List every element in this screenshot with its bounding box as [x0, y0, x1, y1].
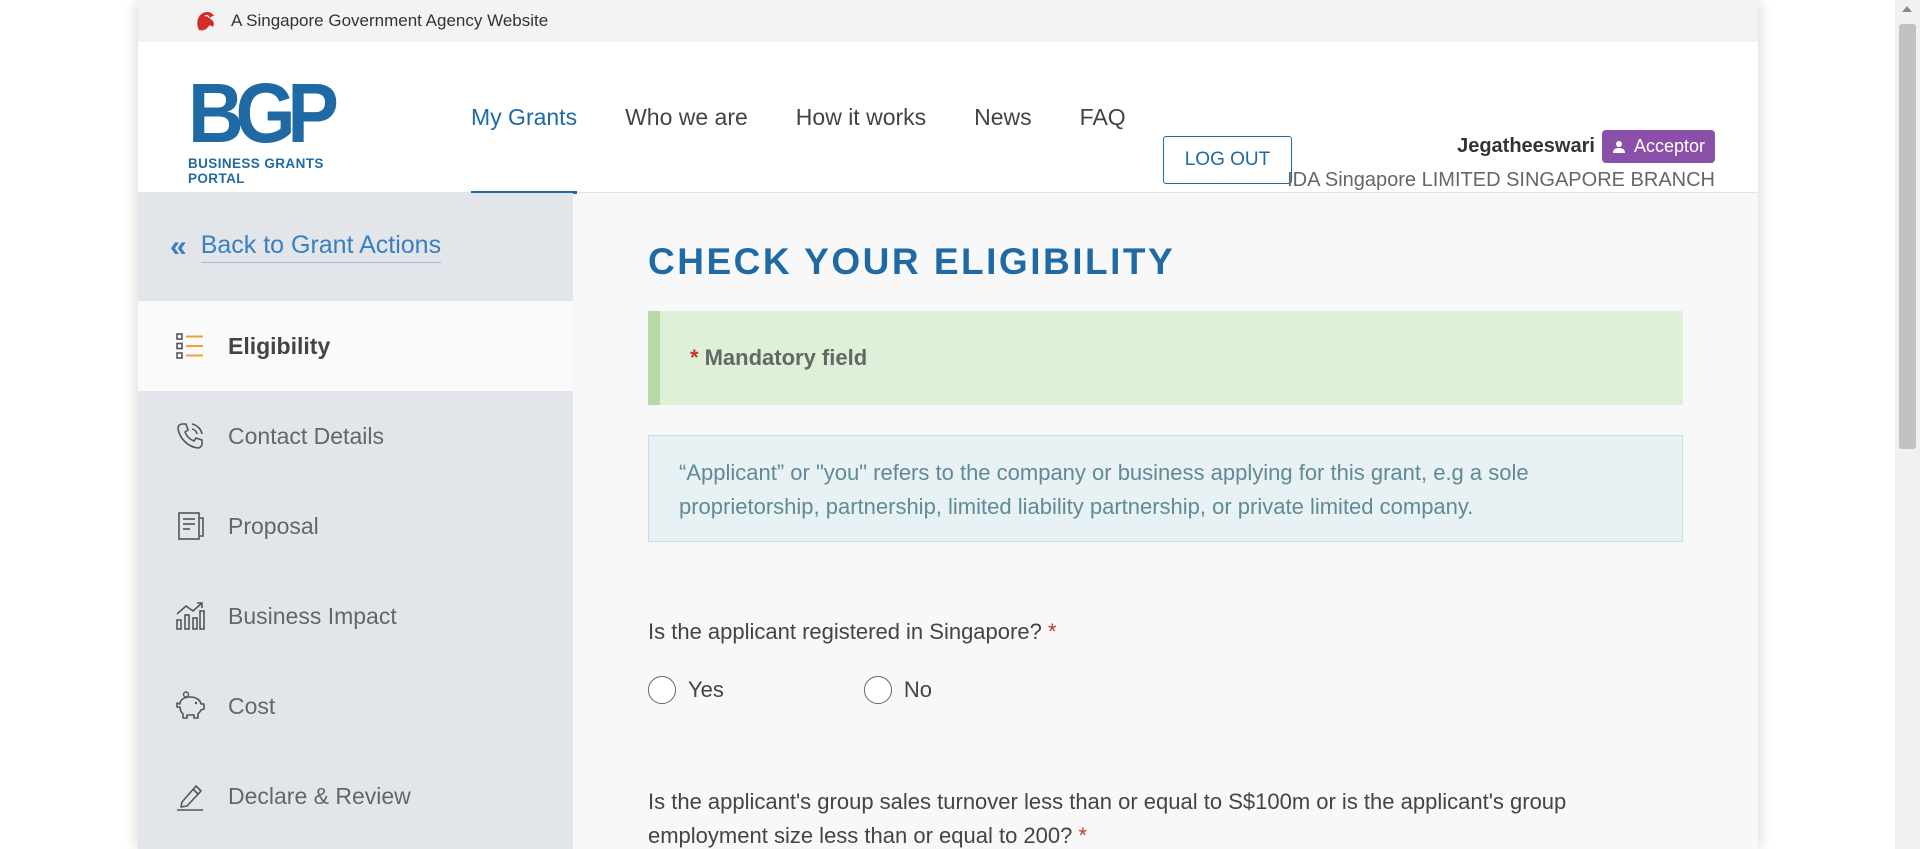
question-text: Is the applicant registered in Singapore… [648, 619, 1042, 644]
sidebar-item-contact-details[interactable]: Contact Details [138, 391, 573, 481]
sidebar-item-proposal[interactable]: Proposal [138, 481, 573, 571]
sidebar-item-business-impact[interactable]: Business Impact [138, 571, 573, 661]
back-link-label: Back to Grant Actions [200, 231, 442, 263]
sidebar-item-label: Eligibility [228, 332, 331, 359]
piggy-bank-icon [176, 691, 205, 719]
sidebar-item-label: Cost [228, 692, 276, 719]
back-to-grant-actions-link[interactable]: « Back to Grant Actions [138, 193, 573, 301]
lion-head-icon [197, 12, 214, 31]
pen-icon [177, 785, 203, 811]
radio-label: Yes [688, 677, 724, 702]
radio-yes[interactable]: Yes [648, 676, 724, 704]
sidebar-item-label: Contact Details [228, 422, 384, 449]
required-asterisk: * [690, 345, 699, 370]
checklist-icon [176, 333, 203, 359]
sidebar-item-cost[interactable]: Cost [138, 661, 573, 751]
logo-mark: BGP [188, 66, 339, 160]
nav-how-it-works[interactable]: How it works [796, 42, 926, 193]
bgp-logo[interactable]: BGP BUSINESS GRANTS PORTAL [188, 66, 378, 186]
nav-who-we-are[interactable]: Who we are [625, 42, 748, 193]
radio-button[interactable] [648, 676, 676, 704]
government-banner-text: A Singapore Government Agency Website [231, 11, 549, 30]
page-scrollbar[interactable] [1895, 0, 1920, 849]
question-text: Is the applicant's group sales turnover … [648, 789, 1567, 848]
double-chevron-left-icon: « [170, 230, 187, 263]
mandatory-field-text: Mandatory field [704, 345, 868, 370]
nav-faq[interactable]: FAQ [1080, 42, 1126, 193]
mandatory-field-notice: * Mandatory field [648, 311, 1683, 405]
sidebar-item-label: Declare & Review [228, 782, 411, 809]
user-name: Jegatheeswari [1457, 135, 1595, 157]
document-icon [178, 512, 204, 540]
sidebar-item-eligibility[interactable]: Eligibility [138, 301, 573, 391]
sidebar-item-label: Proposal [228, 512, 319, 539]
nav-my-grants[interactable]: My Grants [471, 42, 578, 194]
radio-no[interactable]: No [863, 676, 933, 704]
page-title: CHECK YOUR ELIGIBILITY [648, 241, 1176, 282]
radio-button[interactable] [863, 676, 892, 704]
applicant-definition-info: “Applicant” or "you" refers to the compa… [648, 435, 1683, 542]
main-content: CHECK YOUR ELIGIBILITY * Mandatory field… [573, 193, 1758, 849]
role-badge: Acceptor [1601, 130, 1715, 163]
logo-subtitle: BUSINESS GRANTS PORTAL [188, 156, 324, 186]
main-nav: My Grants Who we are How it works News F… [471, 42, 1174, 194]
user-icon [1612, 140, 1625, 153]
scrollbar-thumb[interactable] [1899, 24, 1916, 449]
user-info: Jegatheeswari Acceptor IDA Singapore LIM… [1287, 130, 1715, 192]
government-banner: A Singapore Government Agency Website [138, 0, 1758, 42]
question-registered-in-singapore: Is the applicant registered in Singapore… [648, 619, 1057, 645]
nav-news[interactable]: News [974, 42, 1032, 193]
scroll-up-arrow-icon[interactable] [1902, 6, 1912, 12]
sidebar-item-label: Business Impact [228, 602, 397, 629]
registered-radio-group: Yes No [648, 676, 992, 704]
question-group-turnover: Is the applicant's group sales turnover … [648, 785, 1688, 849]
radio-label: No [903, 677, 933, 702]
header: BGP BUSINESS GRANTS PORTAL My Grants Who… [138, 42, 1758, 194]
page-container: A Singapore Government Agency Website BG… [138, 0, 1758, 849]
role-label: Acceptor [1633, 136, 1705, 156]
logout-button[interactable]: LOG OUT [1163, 136, 1292, 184]
required-asterisk: * [1047, 619, 1057, 644]
user-organisation: IDA Singapore LIMITED SINGAPORE BRANCH [1287, 169, 1715, 191]
phone-icon [177, 423, 203, 449]
sidebar-item-declare-review[interactable]: Declare & Review [138, 751, 573, 841]
sidebar: « Back to Grant Actions Eligibility Cont… [138, 193, 573, 849]
required-asterisk: * [1078, 823, 1088, 848]
chart-up-icon [176, 602, 205, 630]
